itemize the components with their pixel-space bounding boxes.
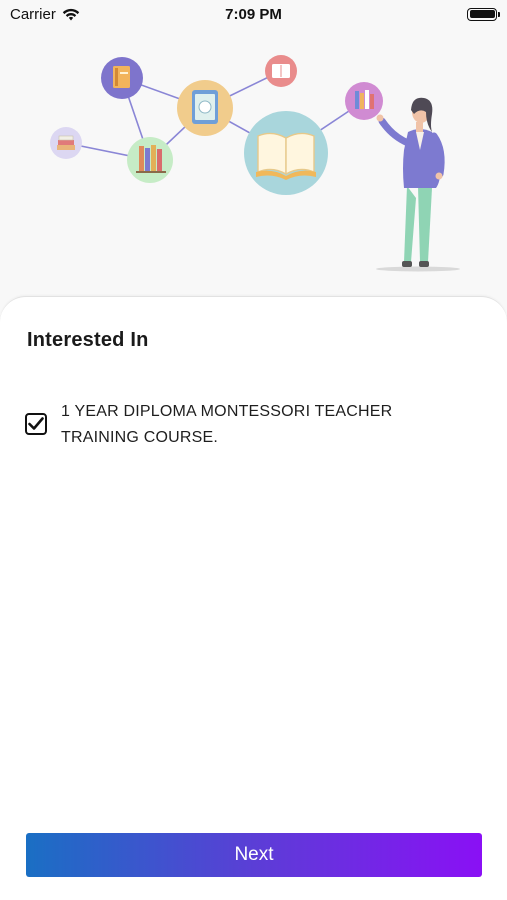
book-stack-icon	[50, 127, 82, 159]
books-icon	[127, 137, 173, 183]
teacher-figure	[376, 97, 460, 272]
interest-option[interactable]: 1 YEAR DIPLOMA MONTESSORI TEACHER TRAINI…	[25, 399, 465, 451]
book-cover-icon	[101, 57, 143, 99]
interest-title: Interested In	[27, 329, 149, 351]
hero-illustration	[0, 28, 507, 298]
red-book-icon	[265, 55, 297, 87]
interest-card: Interested In 1 YEAR DIPLOMA MONTESSORI …	[0, 296, 507, 900]
bookshelf-icon	[345, 82, 383, 120]
battery-level	[469, 10, 495, 18]
option-checkbox[interactable]	[25, 413, 47, 435]
option-label: 1 YEAR DIPLOMA MONTESSORI TEACHER TRAINI…	[61, 403, 393, 446]
book-network-illustration	[50, 55, 460, 272]
tablet-icon	[177, 80, 233, 136]
wifi-icon	[62, 8, 80, 20]
next-button[interactable]: Next	[26, 833, 482, 877]
battery-icon	[467, 7, 500, 21]
carrier-label: Carrier	[10, 5, 56, 23]
open-book-icon	[244, 111, 328, 195]
status-bar: Carrier 7:09 PM	[0, 0, 507, 28]
status-left: Carrier	[10, 6, 80, 23]
checkmark-icon	[28, 417, 44, 430]
